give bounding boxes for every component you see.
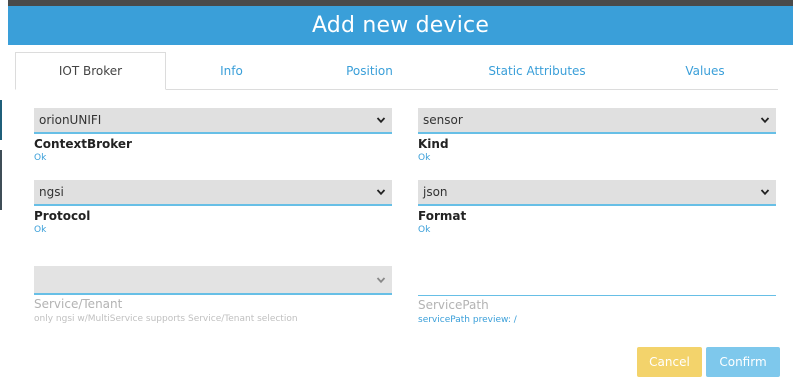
tab-bar: IOT Broker Info Position Static Attribut… — [15, 52, 778, 90]
service-tenant-select[interactable] — [34, 266, 392, 295]
confirm-button[interactable]: Confirm — [706, 347, 780, 377]
service-path-preview: servicePath preview: / — [418, 315, 517, 325]
kind-status: Ok — [418, 153, 431, 163]
service-path-field: ServicePath servicePath preview: / — [418, 268, 776, 325]
tab-static-attributes[interactable]: Static Attributes — [442, 52, 632, 90]
protocol-field: ngsi Protocol Ok — [34, 180, 392, 235]
chevron-down-icon — [760, 187, 770, 197]
context-broker-status: Ok — [34, 153, 47, 163]
context-broker-field: orionUNIFI ContextBroker Ok — [34, 108, 392, 163]
tab-values[interactable]: Values — [632, 52, 778, 90]
tab-position[interactable]: Position — [297, 52, 442, 90]
protocol-value: ngsi — [39, 185, 64, 199]
background-fragment — [0, 150, 2, 210]
kind-value: sensor — [423, 113, 463, 127]
chevron-down-icon — [376, 187, 386, 197]
service-tenant-hint: only ngsi w/MultiService supports Servic… — [34, 314, 298, 324]
format-label: Format — [418, 209, 467, 223]
modal-header: Add new device — [8, 6, 793, 45]
tab-info[interactable]: Info — [166, 52, 297, 90]
modal-title: Add new device — [311, 13, 490, 38]
context-broker-select[interactable]: orionUNIFI — [34, 108, 392, 134]
service-path-label: ServicePath — [418, 298, 489, 312]
cancel-button[interactable]: Cancel — [637, 347, 702, 377]
chevron-down-icon — [376, 275, 386, 285]
format-status: Ok — [418, 225, 431, 235]
tab-iot-broker[interactable]: IOT Broker — [15, 52, 166, 90]
chevron-down-icon — [376, 115, 386, 125]
kind-field: sensor Kind Ok — [418, 108, 776, 163]
background-fragment — [0, 100, 2, 140]
page-background-edge — [0, 0, 8, 389]
format-value: json — [423, 185, 448, 199]
context-broker-label: ContextBroker — [34, 137, 132, 151]
service-tenant-field: Service/Tenant only ngsi w/MultiService … — [34, 266, 392, 324]
service-tenant-label: Service/Tenant — [34, 297, 123, 311]
format-field: json Format Ok — [418, 180, 776, 235]
protocol-select[interactable]: ngsi — [34, 180, 392, 206]
kind-select[interactable]: sensor — [418, 108, 776, 134]
protocol-status: Ok — [34, 225, 47, 235]
protocol-label: Protocol — [34, 209, 91, 223]
context-broker-value: orionUNIFI — [39, 113, 102, 127]
chevron-down-icon — [760, 115, 770, 125]
format-select[interactable]: json — [418, 180, 776, 206]
service-path-input[interactable] — [418, 268, 776, 296]
kind-label: Kind — [418, 137, 449, 151]
